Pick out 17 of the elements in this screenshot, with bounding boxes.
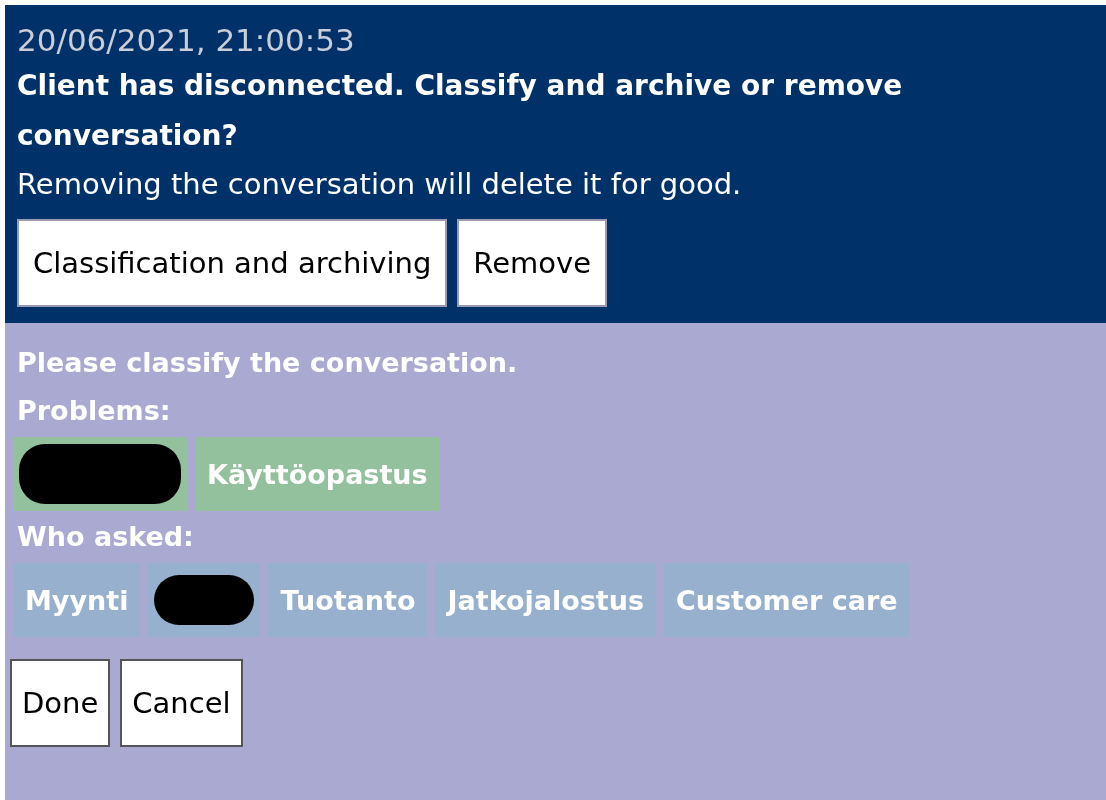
action-button[interactable]: Remove: [457, 219, 607, 307]
tag-chip[interactable]: Myynti: [13, 563, 141, 637]
tag-chip[interactable]: Käyttöopastus: [195, 437, 440, 511]
group-label: Who asked:: [17, 520, 195, 554]
timestamp: 20/06/2021, 21:00:53: [17, 21, 356, 60]
redacted-chip[interactable]: [13, 437, 187, 511]
classify-prompt: Please classify the conversation.: [17, 346, 519, 380]
form-button[interactable]: Done: [10, 659, 111, 747]
form-button[interactable]: Cancel: [120, 659, 243, 747]
redacted-chip[interactable]: [148, 563, 261, 637]
notice-message: Removing the conversation will delete it for good.: [17, 166, 743, 203]
action-button[interactable]: Classification and archiving: [17, 219, 448, 307]
group-label: Problems:: [17, 394, 172, 428]
notice-title: Client has disconnected. Classify and archive or remove conversation?: [17, 68, 904, 154]
tag-chip[interactable]: Tuotanto: [268, 563, 428, 637]
tag-chip[interactable]: Customer care: [664, 563, 910, 637]
tag-chip[interactable]: Jatkojalostus: [435, 563, 656, 637]
